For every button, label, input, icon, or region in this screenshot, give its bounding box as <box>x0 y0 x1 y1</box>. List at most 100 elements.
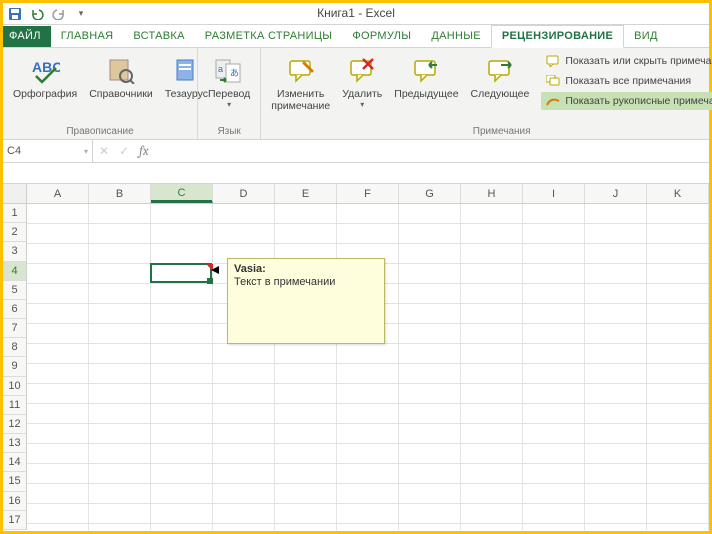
row-header[interactable]: 8 <box>3 338 27 357</box>
cell[interactable] <box>89 304 151 324</box>
cell[interactable] <box>151 304 213 324</box>
cell[interactable] <box>523 524 585 530</box>
cell[interactable] <box>89 284 151 304</box>
cell[interactable] <box>337 504 399 524</box>
cell[interactable] <box>27 344 89 364</box>
cell[interactable] <box>27 444 89 464</box>
cell[interactable] <box>27 264 89 284</box>
cell[interactable] <box>585 364 647 384</box>
cell[interactable] <box>585 324 647 344</box>
cell[interactable] <box>523 244 585 264</box>
cell[interactable] <box>461 404 523 424</box>
cell[interactable] <box>275 504 337 524</box>
cell[interactable] <box>523 484 585 504</box>
cell[interactable] <box>89 244 151 264</box>
cell[interactable] <box>399 204 461 224</box>
cell[interactable] <box>151 284 213 304</box>
cell[interactable] <box>399 304 461 324</box>
cell[interactable] <box>213 224 275 244</box>
cell[interactable] <box>523 224 585 244</box>
cell[interactable] <box>585 504 647 524</box>
cell[interactable] <box>647 244 709 264</box>
tab-formulas[interactable]: ФОРМУЛЫ <box>342 26 421 47</box>
next-comment-button[interactable]: Следующее <box>467 52 534 102</box>
cell[interactable] <box>151 444 213 464</box>
cell[interactable] <box>151 364 213 384</box>
cell[interactable] <box>523 364 585 384</box>
cell[interactable] <box>151 524 213 530</box>
cell[interactable] <box>89 364 151 384</box>
cell[interactable] <box>89 504 151 524</box>
cell[interactable] <box>337 204 399 224</box>
cell[interactable] <box>399 284 461 304</box>
column-header[interactable]: B <box>89 184 151 203</box>
tab-review[interactable]: РЕЦЕНЗИРОВАНИЕ <box>491 25 624 48</box>
cell[interactable] <box>399 484 461 504</box>
cell[interactable] <box>89 344 151 364</box>
show-all-comments-button[interactable]: Показать все примечания <box>541 72 712 90</box>
column-header[interactable]: C <box>151 184 213 203</box>
show-hide-comment-button[interactable]: Показать или скрыть примечание <box>541 52 712 70</box>
cell[interactable] <box>647 424 709 444</box>
column-header[interactable]: I <box>523 184 585 203</box>
cell[interactable] <box>337 444 399 464</box>
cell[interactable] <box>461 524 523 530</box>
cell[interactable] <box>647 524 709 530</box>
cell[interactable] <box>275 384 337 404</box>
cell[interactable] <box>151 204 213 224</box>
cell[interactable] <box>27 364 89 384</box>
cell[interactable] <box>27 484 89 504</box>
cell[interactable] <box>27 244 89 264</box>
cell[interactable] <box>647 284 709 304</box>
cell[interactable] <box>337 464 399 484</box>
tab-data[interactable]: ДАННЫЕ <box>421 26 491 47</box>
cell[interactable] <box>275 464 337 484</box>
cell[interactable] <box>27 204 89 224</box>
cell[interactable] <box>523 464 585 484</box>
row-header[interactable]: 17 <box>3 511 27 530</box>
cell[interactable] <box>151 464 213 484</box>
cell[interactable] <box>337 384 399 404</box>
cell[interactable] <box>585 284 647 304</box>
qat-save-button[interactable] <box>7 6 23 22</box>
cell[interactable] <box>399 344 461 364</box>
fx-icon[interactable]: fx <box>139 144 149 159</box>
comment-popup[interactable]: Vasia: Текст в примечании <box>227 258 385 344</box>
cell[interactable] <box>213 464 275 484</box>
cell[interactable] <box>399 224 461 244</box>
cell[interactable] <box>647 404 709 424</box>
cell[interactable] <box>27 404 89 424</box>
cell[interactable] <box>151 504 213 524</box>
translate-button[interactable]: аあ Перевод ▾ <box>204 52 254 111</box>
cell[interactable] <box>585 404 647 424</box>
column-header[interactable]: E <box>275 184 337 203</box>
cell[interactable] <box>399 524 461 530</box>
cell[interactable] <box>151 324 213 344</box>
cell[interactable] <box>399 244 461 264</box>
row-header[interactable]: 9 <box>3 357 27 376</box>
tab-layout[interactable]: РАЗМЕТКА СТРАНИЦЫ <box>195 26 343 47</box>
cell[interactable] <box>647 344 709 364</box>
row-header[interactable]: 6 <box>3 300 27 319</box>
cell[interactable] <box>89 384 151 404</box>
cell[interactable] <box>647 484 709 504</box>
cell[interactable] <box>523 284 585 304</box>
cell[interactable] <box>585 244 647 264</box>
show-ink-button[interactable]: Показать рукописные примечания <box>541 92 712 110</box>
cell[interactable] <box>585 344 647 364</box>
cell[interactable] <box>585 444 647 464</box>
qat-undo-button[interactable] <box>29 6 45 22</box>
cell[interactable] <box>399 404 461 424</box>
column-header[interactable]: A <box>27 184 89 203</box>
cell[interactable] <box>399 504 461 524</box>
cell[interactable] <box>461 204 523 224</box>
cell[interactable] <box>337 224 399 244</box>
cell[interactable] <box>275 444 337 464</box>
tab-insert[interactable]: ВСТАВКА <box>123 26 194 47</box>
cell[interactable] <box>399 364 461 384</box>
row-header[interactable]: 4 <box>3 262 27 281</box>
row-header[interactable]: 1 <box>3 204 27 223</box>
cell[interactable] <box>213 484 275 504</box>
cell[interactable] <box>523 404 585 424</box>
cell[interactable] <box>89 224 151 244</box>
